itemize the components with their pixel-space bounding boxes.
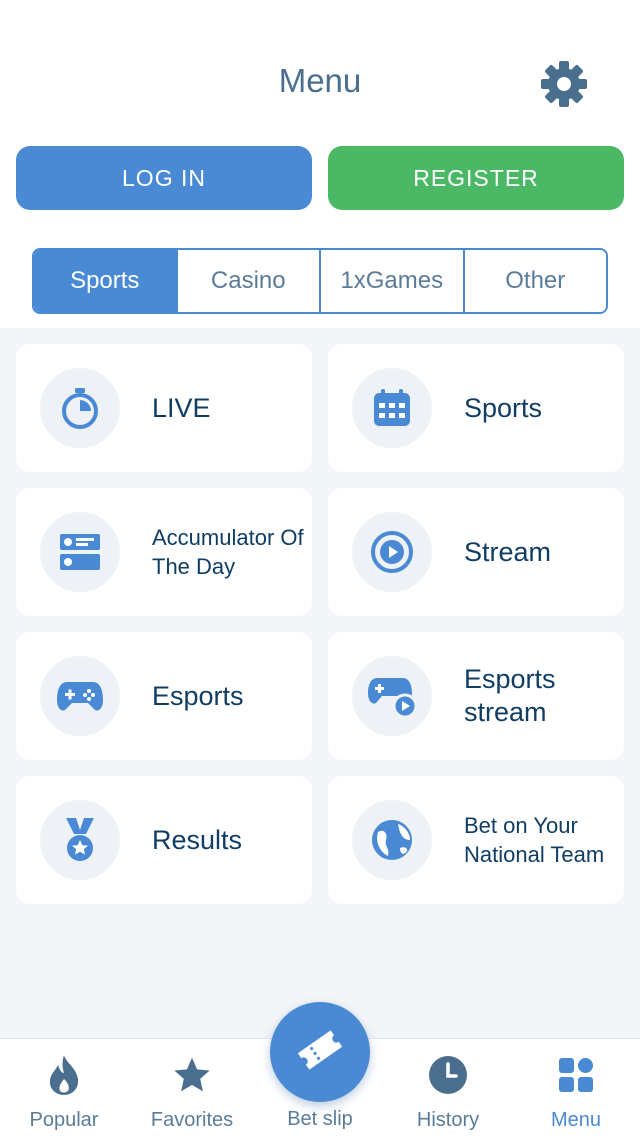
play-circle-icon [352,512,432,592]
nav-label: Menu [550,1109,602,1131]
menu-item-label: Stream [464,536,552,567]
nav-history[interactable]: History [384,1039,512,1136]
bet-slip-button[interactable] [270,1002,370,1102]
tab-other[interactable]: Other [464,250,606,312]
calendar-icon [352,368,432,448]
menu-item-national-team[interactable]: Bet on Your National Team [328,776,624,904]
header: Menu LOG IN REGISTER Sports Casino 1xGam… [0,0,640,328]
nav-label-bet-slip: Bet slip [287,1108,353,1130]
menu-item-esports[interactable]: Esports [16,632,312,760]
accumulator-list-icon [40,512,120,592]
menu-item-label: Esports stream [464,664,556,727]
nav-popular[interactable]: Popular [0,1039,128,1136]
tab-1xgames[interactable]: 1xGames [321,250,465,312]
stopwatch-icon [40,368,120,448]
nav-label: Popular [29,1109,99,1131]
medal-icon [40,800,120,880]
gear-icon[interactable] [538,58,590,110]
gamepad-icon [40,656,120,736]
menu-item-sports[interactable]: Sports [328,344,624,472]
menu-item-label: Bet on Your National Team [464,813,605,867]
nav-menu[interactable]: Menu [512,1039,640,1136]
nav-label: History [416,1109,480,1131]
menu-item-accumulator[interactable]: Accumulator Of The Day [16,488,312,616]
category-tabs: Sports Casino 1xGames Other [32,248,608,314]
login-button[interactable]: LOG IN [16,146,312,210]
tab-casino[interactable]: Casino [177,250,321,312]
nav-favorites[interactable]: Favorites [128,1039,256,1136]
menu-item-label: LIVE [152,392,211,423]
star-icon [172,1053,212,1097]
menu-item-label: Sports [464,392,543,423]
menu-item-label: Accumulator Of The Day [152,525,304,579]
clock-icon [428,1053,468,1097]
ticket-icon [296,1026,344,1079]
grid-icon [556,1053,596,1097]
globe-icon [352,800,432,880]
menu-item-live[interactable]: LIVE [16,344,312,472]
menu-item-label: Esports [152,680,244,711]
menu-item-results[interactable]: Results [16,776,312,904]
menu-item-esports-stream[interactable]: Esports stream [328,632,624,760]
menu-item-stream[interactable]: Stream [328,488,624,616]
menu-item-label: Results [152,824,243,855]
tab-sports[interactable]: Sports [34,250,178,312]
menu-grid: LIVE Sports Accumulator Of The Day Strea… [0,328,640,1038]
flame-icon [44,1053,84,1097]
register-button[interactable]: REGISTER [328,146,624,210]
nav-label: Favorites [150,1109,234,1131]
gamepad-play-icon [352,656,432,736]
